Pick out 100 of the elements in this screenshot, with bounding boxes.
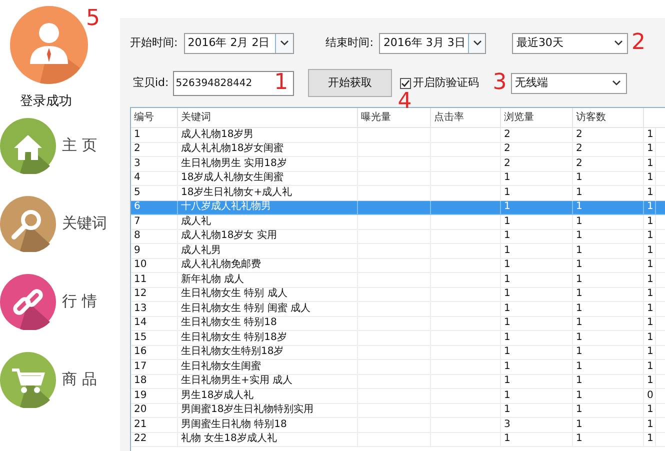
column-header[interactable]: 浏览量: [501, 108, 573, 127]
table-cell: 1: [576, 332, 582, 343]
table-row[interactable]: 12 生日礼物女生 特别 成人 1 1 1: [131, 288, 665, 302]
chevron-down-icon: [280, 40, 289, 46]
table-cell: 1: [647, 188, 654, 198]
table-row[interactable]: 19 男生18岁成人礼 1 1 0: [131, 389, 665, 404]
table-cell: 成人礼男: [181, 246, 221, 256]
table-cell: 1: [647, 246, 654, 256]
table-cell: 9: [134, 246, 140, 256]
table-cell: 10: [134, 260, 147, 270]
table-cell: 1: [504, 318, 510, 328]
table-cell: 生日礼物女生 特别 成人: [181, 289, 288, 300]
table-cell: 1: [576, 304, 582, 314]
annotation-number: 3: [492, 72, 507, 94]
item-id-field[interactable]: 526394828442 1: [172, 70, 294, 96]
table-cell: 1: [576, 231, 582, 242]
table-cell: 1: [647, 318, 654, 328]
table-cell: 1: [576, 216, 582, 227]
column-header[interactable]: 编号: [131, 108, 178, 127]
start-time-label: 开始时间:: [130, 34, 178, 51]
table-cell: 1: [647, 231, 654, 242]
column-header[interactable]: 访客数: [573, 108, 644, 127]
table-cell: 1: [576, 362, 582, 372]
table-row[interactable]: 13 生日礼物女生 特别 闺蜜 成人 1 1 1: [131, 302, 665, 316]
table-row[interactable]: 14 生日礼物女生 特别18 1 1 1: [131, 316, 665, 331]
table-cell: 1: [647, 332, 654, 343]
table-row[interactable]: 10 成人礼礼物免邮费 1 1 1: [131, 258, 665, 273]
table-cell: 1: [647, 376, 654, 386]
table-row[interactable]: 3 生日礼物男生 实用18岁 2 2 1: [131, 157, 665, 172]
table-cell: 11: [134, 274, 147, 285]
table-row[interactable]: 15 生日礼物女生 特别18岁 1 1 1: [131, 331, 665, 346]
check-icon: [400, 78, 410, 88]
end-time-label: 结束时间:: [326, 34, 374, 51]
table-cell: 1: [576, 420, 582, 430]
table-cell: 1: [504, 246, 510, 256]
table-cell: 12: [134, 289, 147, 300]
table-cell: 5: [134, 188, 140, 198]
start-date-picker[interactable]: 2016年 2月 2日: [184, 32, 294, 54]
table-row[interactable]: 1 成人礼物18岁男 2 2 1: [131, 128, 665, 142]
table-row[interactable]: 4 18岁成人礼物女生闺蜜 1 1 1: [131, 172, 665, 186]
annotation-number: 1: [274, 72, 288, 94]
table-cell: 生日礼物女生特别18岁: [181, 347, 284, 358]
column-header[interactable]: 关键词: [178, 108, 358, 127]
table-row[interactable]: 20 男闺蜜18岁生日礼物特别实用 1 1 1: [131, 404, 665, 418]
table-cell: 22: [134, 434, 147, 444]
platform-dropdown[interactable]: 无线端: [510, 72, 627, 94]
nav-item[interactable]: 商 品: [62, 368, 97, 391]
table-cell: 1: [647, 274, 654, 285]
table-row[interactable]: 11 新年礼物 成人 1 1 1: [131, 273, 665, 288]
chevron-down-icon: [472, 40, 482, 46]
table-cell: 4: [134, 173, 140, 184]
table-cell: 1: [576, 347, 582, 358]
table-cell: 2: [134, 144, 140, 154]
table-cell: 男生18岁成人礼: [181, 390, 254, 401]
table-cell: 18: [134, 376, 147, 386]
table-cell: 男闺蜜18岁生日礼物特别实用: [181, 405, 314, 416]
table-cell: 1: [576, 246, 582, 256]
table-cell: 1: [647, 260, 654, 270]
item-id-label: 宝贝id:: [133, 74, 169, 91]
table-cell: 2: [504, 144, 510, 154]
table-cell: 1: [647, 434, 654, 444]
table-cell: 1: [504, 405, 510, 416]
table-cell: 1: [504, 332, 510, 343]
range-dropdown[interactable]: 最近30天: [512, 32, 628, 54]
table-cell: 2: [504, 158, 510, 169]
table-row[interactable]: 7 成人礼 1 1 1: [131, 215, 665, 230]
table-row[interactable]: 8 成人礼物18岁女 实用 1 1 1: [131, 230, 665, 244]
table-cell: 1: [576, 188, 582, 198]
table-cell: 18岁成人礼物女生闺蜜: [181, 173, 284, 184]
table-cell: 1: [134, 130, 140, 140]
table-row[interactable]: 22 礼物 女生18岁成人礼 1 1 1: [131, 432, 665, 447]
table-cell: 1: [576, 434, 582, 444]
table-cell: 3: [504, 420, 510, 430]
table-row[interactable]: 9 成人礼男 1 1 1: [131, 244, 665, 258]
table-row[interactable]: 16 生日礼物女生特别18岁 1 1 1: [131, 346, 665, 360]
table-cell: 1: [504, 202, 510, 212]
table-cell: 十八岁成人礼礼物男: [181, 202, 271, 212]
table-row[interactable]: 21 男闺蜜生日礼物 特别18 3 1 1: [131, 418, 665, 432]
table-cell: 1: [504, 347, 510, 358]
column-header[interactable]: 点击率: [431, 108, 501, 127]
table-cell: 17: [134, 362, 147, 372]
end-date-picker[interactable]: 2016年 3月 3日: [379, 32, 486, 54]
table-row[interactable]: 18 生日礼物男生+实用 成人 1 1 1: [131, 374, 665, 389]
table-cell: 1: [647, 362, 654, 372]
table-cell: 21: [134, 420, 147, 430]
table-cell: 生日礼物男生 实用18岁: [181, 158, 287, 169]
column-header[interactable]: 曝光量: [358, 108, 431, 127]
table-cell: 1: [504, 390, 510, 401]
table-row[interactable]: 2 成人礼礼物18岁女闺蜜 2 2 1: [131, 142, 665, 157]
table-cell: 男闺蜜生日礼物 特别18: [181, 420, 287, 430]
table-cell: 1: [647, 405, 654, 416]
table-row[interactable]: 17 生日礼物女生闺蜜 1 1 1: [131, 360, 665, 374]
start-fetch-button[interactable]: 开始获取: [308, 69, 392, 97]
nav-item[interactable]: 行 情: [62, 290, 97, 313]
table-cell: 1: [504, 173, 510, 184]
table-cell: 1: [576, 390, 582, 401]
table-cell: 16: [134, 347, 147, 358]
nav-item[interactable]: 主 页: [62, 134, 97, 157]
nav-item[interactable]: 关键词: [62, 212, 107, 235]
table-cell: 成人礼: [181, 216, 211, 227]
